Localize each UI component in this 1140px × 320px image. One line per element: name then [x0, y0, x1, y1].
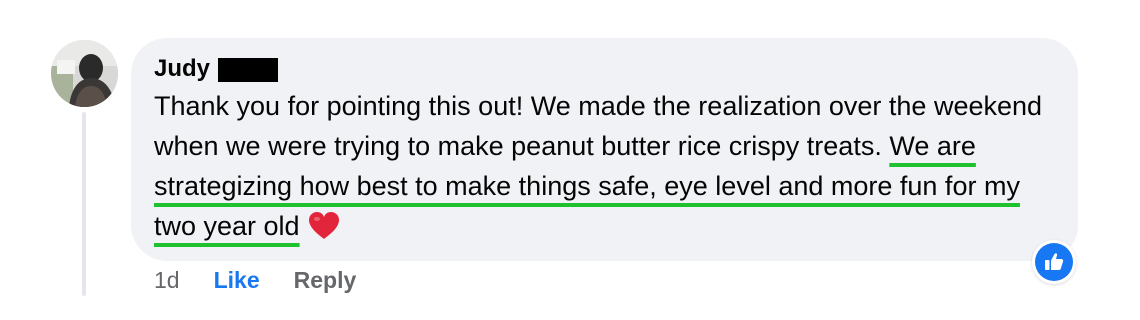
comment-thread: Judy Thank you for pointing this out! We… [0, 0, 1140, 320]
thumbs-up-icon [1035, 243, 1073, 281]
comment-text: Thank you for pointing this out! We made… [154, 86, 1054, 251]
reaction-badge[interactable] [1032, 240, 1076, 284]
comment-actions: 1d Like Reply [154, 264, 356, 296]
avatar-photo [51, 40, 118, 107]
comment-timestamp[interactable]: 1d [154, 267, 180, 294]
reply-thread-line [82, 112, 86, 296]
avatar[interactable] [51, 40, 118, 107]
red-heart-icon [308, 211, 340, 251]
author-name[interactable]: Judy [154, 54, 210, 84]
like-button[interactable]: Like [214, 267, 260, 294]
comment-author-row: Judy [154, 54, 279, 84]
reply-button[interactable]: Reply [294, 267, 357, 294]
redacted-surname [218, 58, 279, 82]
